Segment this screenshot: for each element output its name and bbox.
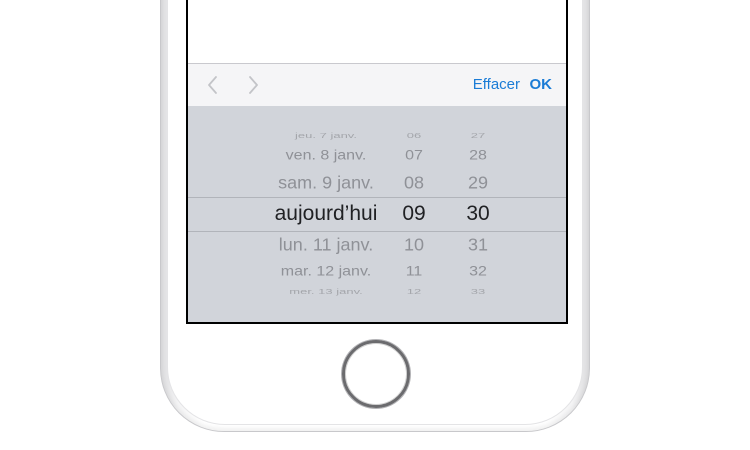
chevron-right-icon[interactable] (242, 74, 264, 96)
selection-line-bottom (188, 231, 566, 232)
picker-row[interactable]: mer. 13 janv. 12 33 (188, 284, 566, 301)
screen-content: Effacer OK jeu. 7 janv. 06 27 ven. 8 janv. 0… (188, 0, 566, 322)
selection-line-top (188, 197, 566, 198)
picker-row[interactable]: sam. 9 janv. 08 29 (188, 169, 566, 198)
picker-hour: 10 (403, 235, 425, 255)
picker-hour: 07 (405, 148, 423, 163)
date-time-picker[interactable]: jeu. 7 janv. 06 27 ven. 8 janv. 07 28 sam. 9 j… (188, 106, 566, 322)
picker-minute: 28 (469, 148, 487, 163)
picker-hour: 06 (406, 131, 422, 140)
chevron-left-icon[interactable] (202, 74, 224, 96)
clear-button[interactable]: Effacer (473, 76, 520, 93)
ok-button[interactable]: OK (530, 76, 553, 93)
picker-minute: 31 (467, 235, 489, 255)
picker-day: mer. 13 janv. (289, 287, 363, 296)
picker-row[interactable]: lun. 11 janv. 10 31 (188, 231, 566, 260)
picker-minute: 29 (467, 173, 489, 193)
phone-screen: Effacer OK jeu. 7 janv. 06 27 ven. 8 janv. 0… (186, 0, 568, 324)
picker-minute: 33 (470, 287, 486, 296)
picker-minute: 27 (470, 131, 486, 140)
picker-day: mar. 12 janv. (280, 264, 372, 279)
picker-hour: 11 (405, 264, 423, 279)
picker-day: aujourd’hui (274, 202, 378, 225)
picker-row[interactable]: mar. 12 janv. 11 32 (188, 259, 566, 285)
picker-day: sam. 9 janv. (278, 173, 374, 193)
picker-row-selected[interactable]: aujourd’hui 09 30 (188, 199, 566, 229)
picker-hour: 08 (403, 173, 425, 193)
picker-row[interactable]: jeu. 7 janv. 06 27 (188, 128, 566, 145)
picker-hour: 09 (402, 202, 426, 225)
picker-minute: 30 (466, 202, 490, 225)
picker-minute: 32 (469, 264, 487, 279)
picker-hour: 12 (406, 287, 422, 296)
picker-day: jeu. 7 janv. (295, 131, 357, 140)
home-button[interactable] (342, 340, 410, 408)
picker-day: ven. 8 janv. (285, 148, 367, 163)
picker-day: lun. 11 janv. (278, 235, 374, 255)
picker-toolbar: Effacer OK (188, 63, 566, 106)
picker-row[interactable]: ven. 8 janv. 07 28 (188, 143, 566, 169)
